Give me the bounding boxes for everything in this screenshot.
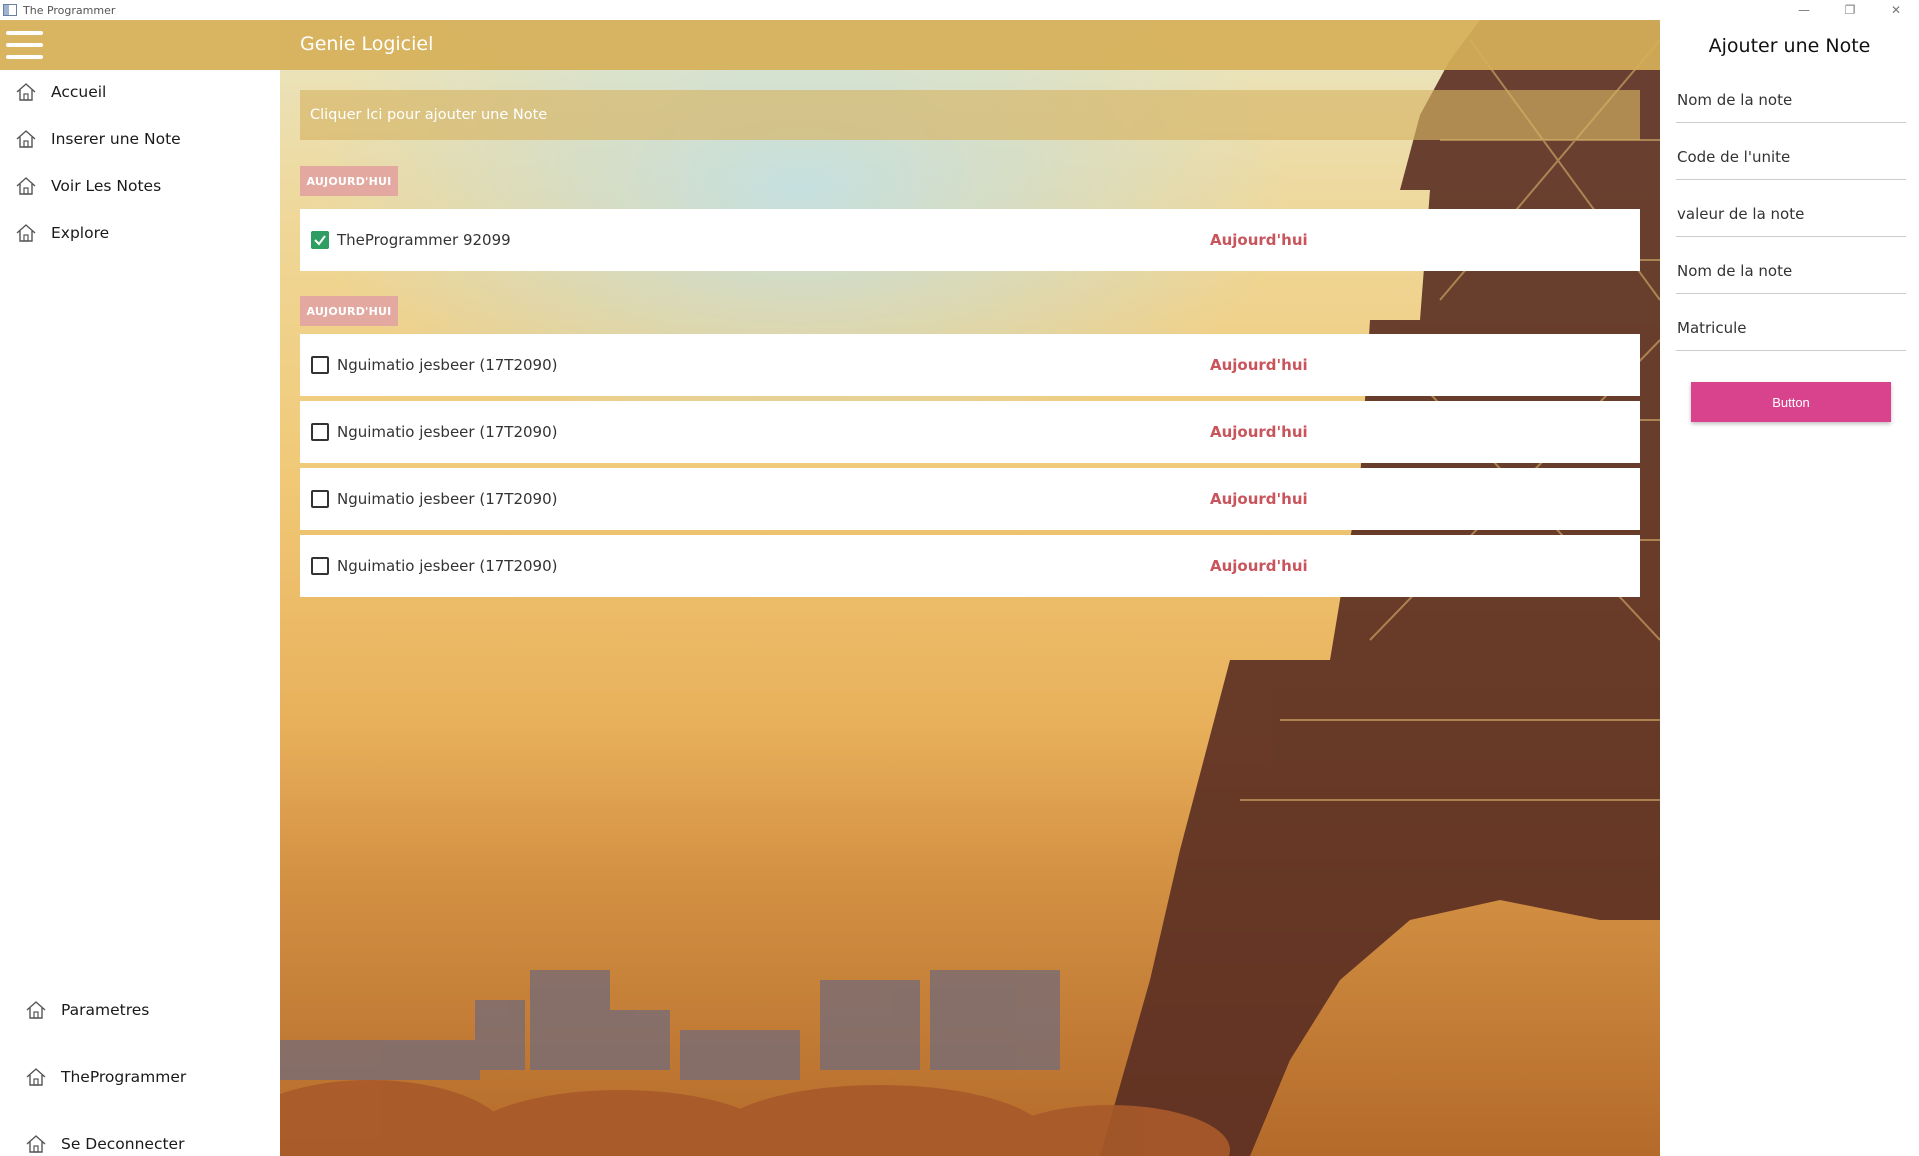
- valeur-note-field[interactable]: valeur de la note: [1676, 191, 1906, 237]
- check-icon: [314, 235, 326, 246]
- home-icon: [26, 1068, 46, 1086]
- home-icon: [26, 1001, 46, 1019]
- note-date: Aujourd'hui: [1210, 423, 1308, 441]
- home-icon: [26, 1135, 46, 1153]
- note-date: Aujourd'hui: [1210, 356, 1308, 374]
- note-text: Nguimatio jesbeer (17T2090): [337, 356, 558, 374]
- sidebar-item-label: Parametres: [61, 1001, 150, 1019]
- window-controls: — ❐ ✕: [1781, 0, 1919, 20]
- home-icon: [16, 177, 36, 195]
- app-header: Genie Logiciel: [280, 20, 1660, 70]
- page-title: Genie Logiciel: [300, 33, 434, 55]
- window-titlebar: The Programmer — ❐ ✕: [0, 0, 1919, 20]
- sidebar-item-parametres[interactable]: Parametres: [0, 988, 280, 1032]
- nom-note-field-2[interactable]: Nom de la note: [1676, 248, 1906, 294]
- note-text: Nguimatio jesbeer (17T2090): [337, 490, 558, 508]
- minimize-icon[interactable]: —: [1781, 0, 1827, 20]
- sidebar-item-label: Explore: [51, 224, 110, 242]
- add-note-input[interactable]: Cliquer Ici pour ajouter une Note: [300, 90, 1640, 140]
- sidebar-item-label: Accueil: [51, 83, 107, 101]
- sidebar-item-se-deconnecter[interactable]: Se Deconnecter: [0, 1122, 280, 1156]
- date-group-chip: AUJOURD'HUI: [300, 166, 398, 196]
- sidebar-item-label: Se Deconnecter: [61, 1135, 185, 1153]
- note-row[interactable]: Nguimatio jesbeer (17T2090) Aujourd'hui: [300, 334, 1640, 396]
- sidebar-item-label: Inserer une Note: [51, 130, 181, 148]
- window-title: The Programmer: [23, 3, 116, 17]
- hamburger-menu-icon[interactable]: [6, 28, 44, 62]
- close-icon[interactable]: ✕: [1873, 0, 1919, 20]
- home-icon: [16, 130, 36, 148]
- note-checkbox[interactable]: [311, 490, 329, 508]
- note-date: Aujourd'hui: [1210, 490, 1308, 508]
- sidebar-item-inserer-note[interactable]: Inserer une Note: [0, 117, 280, 161]
- note-row[interactable]: Nguimatio jesbeer (17T2090) Aujourd'hui: [300, 401, 1640, 463]
- note-checkbox[interactable]: [311, 356, 329, 374]
- submit-button[interactable]: Button: [1691, 382, 1891, 422]
- date-group-chip: AUJOURD'HUI: [300, 296, 398, 326]
- sidebar-item-explore[interactable]: Explore: [0, 211, 280, 255]
- note-checkbox[interactable]: [311, 423, 329, 441]
- sidebar-item-accueil[interactable]: Accueil: [0, 70, 280, 114]
- note-text: TheProgrammer 92099: [337, 231, 511, 249]
- note-row[interactable]: TheProgrammer 92099 Aujourd'hui: [300, 209, 1640, 271]
- code-unite-field[interactable]: Code de l'unite: [1676, 134, 1906, 180]
- main-content: Genie Logiciel Cliquer Ici pour ajouter …: [280, 20, 1660, 1156]
- sidebar-item-theprogrammer[interactable]: TheProgrammer: [0, 1055, 280, 1099]
- sidebar-item-label: Voir Les Notes: [51, 177, 162, 195]
- home-icon: [16, 224, 36, 242]
- background-city: [280, 970, 1230, 1156]
- sidebar-item-label: TheProgrammer: [61, 1068, 187, 1086]
- hamburger-bar: [0, 20, 280, 70]
- restore-icon[interactable]: ❐: [1827, 0, 1873, 20]
- matricule-field[interactable]: Matricule: [1676, 305, 1906, 351]
- sidebar: Accueil Inserer une Note Voir Les Notes …: [0, 20, 280, 1156]
- note-date: Aujourd'hui: [1210, 557, 1308, 575]
- note-checkbox[interactable]: [311, 557, 329, 575]
- note-row[interactable]: Nguimatio jesbeer (17T2090) Aujourd'hui: [300, 468, 1640, 530]
- app-icon: [3, 4, 17, 16]
- note-row[interactable]: Nguimatio jesbeer (17T2090) Aujourd'hui: [300, 535, 1640, 597]
- sidebar-item-voir-notes[interactable]: Voir Les Notes: [0, 164, 280, 208]
- note-checkbox[interactable]: [311, 231, 329, 249]
- panel-title: Ajouter une Note: [1708, 35, 1871, 57]
- note-date: Aujourd'hui: [1210, 231, 1308, 249]
- note-text: Nguimatio jesbeer (17T2090): [337, 423, 558, 441]
- nom-note-field[interactable]: Nom de la note: [1676, 77, 1906, 123]
- home-icon: [16, 83, 36, 101]
- note-text: Nguimatio jesbeer (17T2090): [337, 557, 558, 575]
- add-note-panel: Ajouter une Note Nom de la note Code de …: [1660, 20, 1919, 1156]
